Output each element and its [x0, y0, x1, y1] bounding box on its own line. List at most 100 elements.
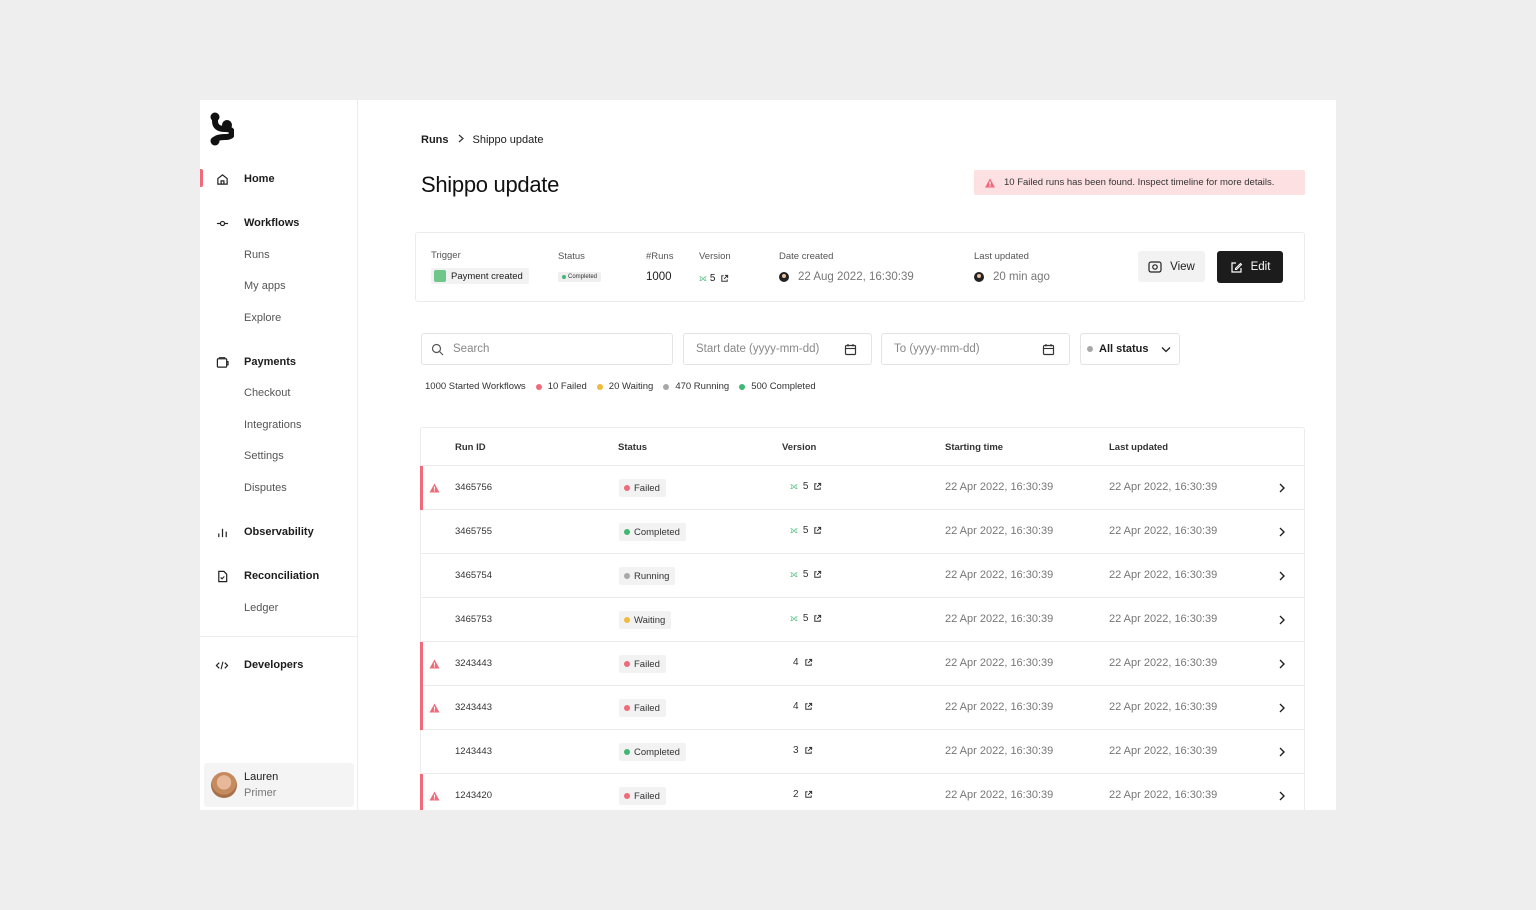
table-row[interactable]: 3465755 Completed ⟗ 5 22 Apr 2022, 16:30:39 2… — [421, 510, 1304, 554]
chevron-right-icon[interactable] — [1277, 658, 1287, 670]
calendar-icon[interactable] — [844, 343, 857, 356]
header-version[interactable]: Version — [782, 442, 816, 453]
eye-icon — [1148, 260, 1162, 273]
last-updated: 22 Apr 2022, 16:30:39 — [1109, 613, 1218, 625]
completed-dot — [739, 383, 746, 390]
external-link-icon — [814, 614, 822, 622]
version-value[interactable]: ⟗ 5 — [699, 273, 729, 284]
search-input[interactable] — [453, 343, 672, 355]
edit-button[interactable]: Edit — [1217, 251, 1283, 283]
start-date-field[interactable] — [683, 333, 872, 365]
starting-time: 22 Apr 2022, 16:30:39 — [945, 525, 1054, 537]
sidebar-item-developers[interactable]: Developers — [200, 653, 357, 677]
version-cell[interactable]: ⟗ 5 — [790, 569, 822, 580]
sidebar-subitem-ledger[interactable]: Ledger — [244, 600, 278, 616]
table-row[interactable]: 3465753 Waiting ⟗ 5 22 Apr 2022, 16:30:39 22 … — [421, 598, 1304, 642]
external-link-icon — [814, 482, 822, 490]
brand-logo-icon[interactable] — [210, 112, 234, 146]
table-row[interactable]: 3243443 Failed 4 22 Apr 2022, 16:30:39 22 Ap… — [420, 642, 1304, 686]
sidebar-subitem-integrations[interactable]: Integrations — [244, 417, 301, 433]
version-cell[interactable]: 2 — [790, 789, 813, 800]
sidebar-item-label: Home — [244, 173, 275, 185]
sidebar-item-payments[interactable]: Payments — [200, 350, 357, 374]
run-id[interactable]: 1243443 — [455, 746, 492, 757]
header-status[interactable]: Status — [618, 442, 647, 453]
view-button[interactable]: View — [1138, 251, 1205, 282]
run-id[interactable]: 3243443 — [455, 658, 492, 669]
version-cell[interactable]: 4 — [790, 701, 813, 712]
chevron-right-icon[interactable] — [1277, 614, 1287, 626]
sidebar-subitem-checkout[interactable]: Checkout — [244, 385, 290, 401]
version-cell[interactable]: ⟗ 5 — [790, 525, 822, 536]
header-starting-time[interactable]: Starting time — [945, 442, 1003, 453]
end-date-field[interactable] — [881, 333, 1070, 365]
sidebar-item-label: Payments — [244, 356, 296, 368]
version-cell[interactable]: 4 — [790, 657, 813, 668]
sidebar-item-observability[interactable]: Observability — [200, 520, 357, 544]
warning-icon — [429, 483, 440, 493]
chevron-right-icon[interactable] — [1277, 482, 1287, 494]
table-row[interactable]: 3465756 Failed ⟗ 5 22 Apr 2022, 16:30:39 22 A… — [420, 466, 1304, 510]
chevron-right-icon[interactable] — [1277, 746, 1287, 758]
chevron-right-icon[interactable] — [1277, 526, 1287, 538]
workflow-meta-card: Trigger Payment created Status Completed… — [415, 232, 1305, 302]
status-badge: Completed — [558, 272, 602, 282]
check-icon — [434, 270, 446, 282]
table-row[interactable]: 1243443 Completed 3 22 Apr 2022, 16:30:39 22… — [421, 730, 1304, 774]
version-cell[interactable]: 3 — [790, 745, 813, 756]
chevron-right-icon[interactable] — [1277, 570, 1287, 582]
git-branch-icon: ⟗ — [699, 273, 707, 283]
run-id[interactable]: 3243443 — [455, 702, 492, 713]
run-id[interactable]: 1243420 — [455, 790, 492, 801]
table-row[interactable]: 1243420 Failed 2 22 Apr 2022, 16:30:39 22 Ap… — [420, 774, 1304, 810]
search-field[interactable] — [421, 333, 673, 365]
run-id[interactable]: 3465756 — [455, 482, 492, 493]
sidebar-subitem-my-apps[interactable]: My apps — [244, 278, 286, 294]
sidebar-subitem-explore[interactable]: Explore — [244, 310, 281, 326]
run-id[interactable]: 3465755 — [455, 526, 492, 537]
status-filter-select[interactable]: All status — [1080, 333, 1180, 365]
chevron-right-icon[interactable] — [1277, 790, 1287, 802]
breadcrumb-current: Shippo update — [472, 134, 544, 146]
git-branch-icon: ⟗ — [790, 481, 798, 491]
summary-waiting: 20 Waiting — [596, 381, 653, 392]
external-link-icon — [814, 526, 822, 534]
last-updated: 22 Apr 2022, 16:30:39 — [1109, 701, 1218, 713]
sidebar-divider — [200, 636, 357, 637]
sidebar-item-home[interactable]: Home — [200, 167, 357, 191]
trigger-value: Payment created — [431, 268, 529, 284]
external-link-icon — [721, 274, 729, 282]
end-date-input[interactable] — [894, 343, 1042, 355]
sidebar-subitem-settings[interactable]: Settings — [244, 448, 284, 464]
status-badge-label: Waiting — [634, 614, 666, 626]
trigger-chip[interactable]: Payment created — [431, 268, 529, 284]
user-role: Primer — [244, 787, 277, 799]
table-row[interactable]: 3243443 Failed 4 22 Apr 2022, 16:30:39 22 Ap… — [420, 686, 1304, 730]
version-cell[interactable]: ⟗ 5 — [790, 613, 822, 624]
status-dot — [624, 529, 630, 535]
sidebar-subitem-runs[interactable]: Runs — [244, 247, 270, 263]
status-dot — [624, 617, 630, 623]
version-cell[interactable]: ⟗ 5 — [790, 481, 822, 492]
last-updated: 22 Apr 2022, 16:30:39 — [1109, 745, 1218, 757]
sidebar-subitem-disputes[interactable]: Disputes — [244, 480, 287, 496]
chevron-right-icon — [458, 134, 464, 146]
status-badge: Running — [619, 567, 676, 585]
sidebar-item-workflows[interactable]: Workflows — [200, 211, 357, 235]
sidebar-item-reconciliation[interactable]: Reconciliation — [200, 564, 357, 588]
warning-icon — [985, 178, 995, 187]
header-last-updated[interactable]: Last updated — [1109, 442, 1168, 453]
failed-runs-alert[interactable]: 10 Failed runs has been found. Inspect t… — [974, 170, 1305, 195]
user-profile-card[interactable]: Lauren Primer — [204, 763, 354, 807]
start-date-input[interactable] — [696, 343, 844, 355]
status-dot — [624, 661, 630, 667]
header-run-id[interactable]: Run ID — [455, 442, 486, 453]
run-id[interactable]: 3465754 — [455, 570, 492, 581]
run-id[interactable]: 3465753 — [455, 614, 492, 625]
calendar-icon[interactable] — [1042, 343, 1055, 356]
table-row[interactable]: 3465754 Running ⟗ 5 22 Apr 2022, 16:30:39 22 … — [421, 554, 1304, 598]
chevron-right-icon[interactable] — [1277, 702, 1287, 714]
starting-time: 22 Apr 2022, 16:30:39 — [945, 701, 1054, 713]
warning-icon — [429, 703, 440, 713]
breadcrumb-runs-link[interactable]: Runs — [421, 134, 449, 146]
